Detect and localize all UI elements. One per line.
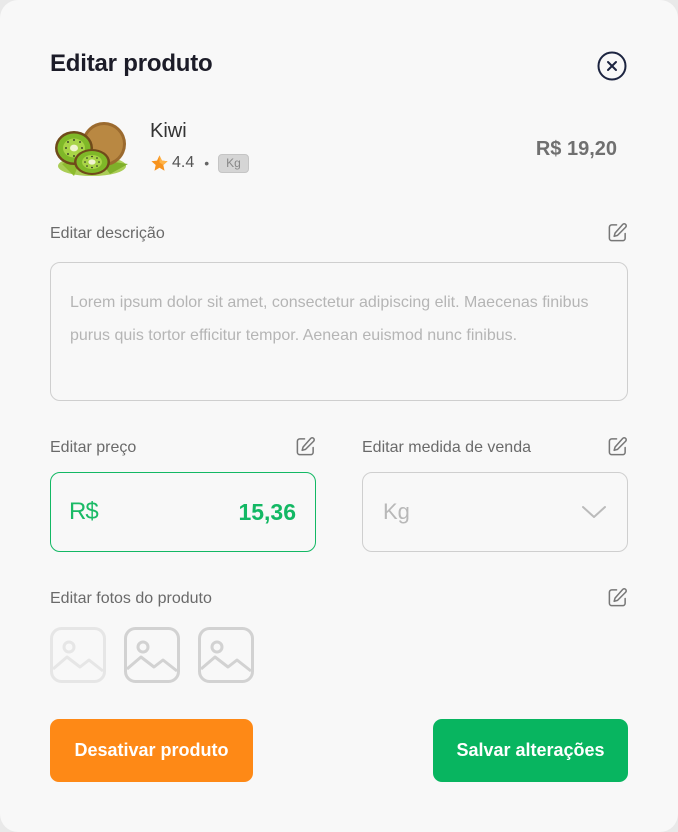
photos-label: Editar fotos do produto <box>50 590 212 607</box>
disable-product-button[interactable]: Desativar produto <box>50 719 253 782</box>
chevron-down-icon <box>582 506 606 518</box>
star-icon <box>151 154 168 171</box>
product-price: R$ 19,20 <box>535 138 617 160</box>
currency-prefix: R$ <box>69 498 99 525</box>
photo-slot-1[interactable] <box>50 627 106 683</box>
price-label: Editar preço <box>50 439 137 456</box>
kiwi-image <box>55 122 128 176</box>
price-input-value: 15,36 <box>238 498 296 525</box>
description-field[interactable]: Lorem ipsum dolor sit amet, consectetur … <box>50 262 628 401</box>
modal-title: Editar produto <box>50 50 213 77</box>
save-changes-button[interactable]: Salvar alterações <box>433 719 628 782</box>
description-label: Editar descrição <box>50 225 165 242</box>
edit-price-icon[interactable] <box>295 436 316 457</box>
unit-label: Editar medida de venda <box>362 439 531 456</box>
unit-badge: Kg <box>218 153 249 173</box>
unit-select-value: Kg <box>383 499 410 524</box>
meta-separator: • <box>204 155 210 171</box>
product-name: Kiwi <box>150 120 187 142</box>
product-meta: 4.4 • Kg <box>150 152 249 174</box>
edit-unit-icon[interactable] <box>607 436 628 457</box>
edit-description-icon[interactable] <box>607 222 628 243</box>
close-icon[interactable] <box>597 51 627 81</box>
unit-select[interactable]: Kg <box>362 472 628 552</box>
photo-slot-3[interactable] <box>198 627 254 683</box>
edit-photos-icon[interactable] <box>607 587 628 608</box>
product-rating: 4.4 <box>172 154 195 171</box>
price-input[interactable]: R$ 15,36 <box>50 472 316 552</box>
photo-slot-2[interactable] <box>124 627 180 683</box>
edit-product-modal: Editar produto Kiwi 4.4 • Kg R$ 19,20 Ed… <box>0 0 678 832</box>
